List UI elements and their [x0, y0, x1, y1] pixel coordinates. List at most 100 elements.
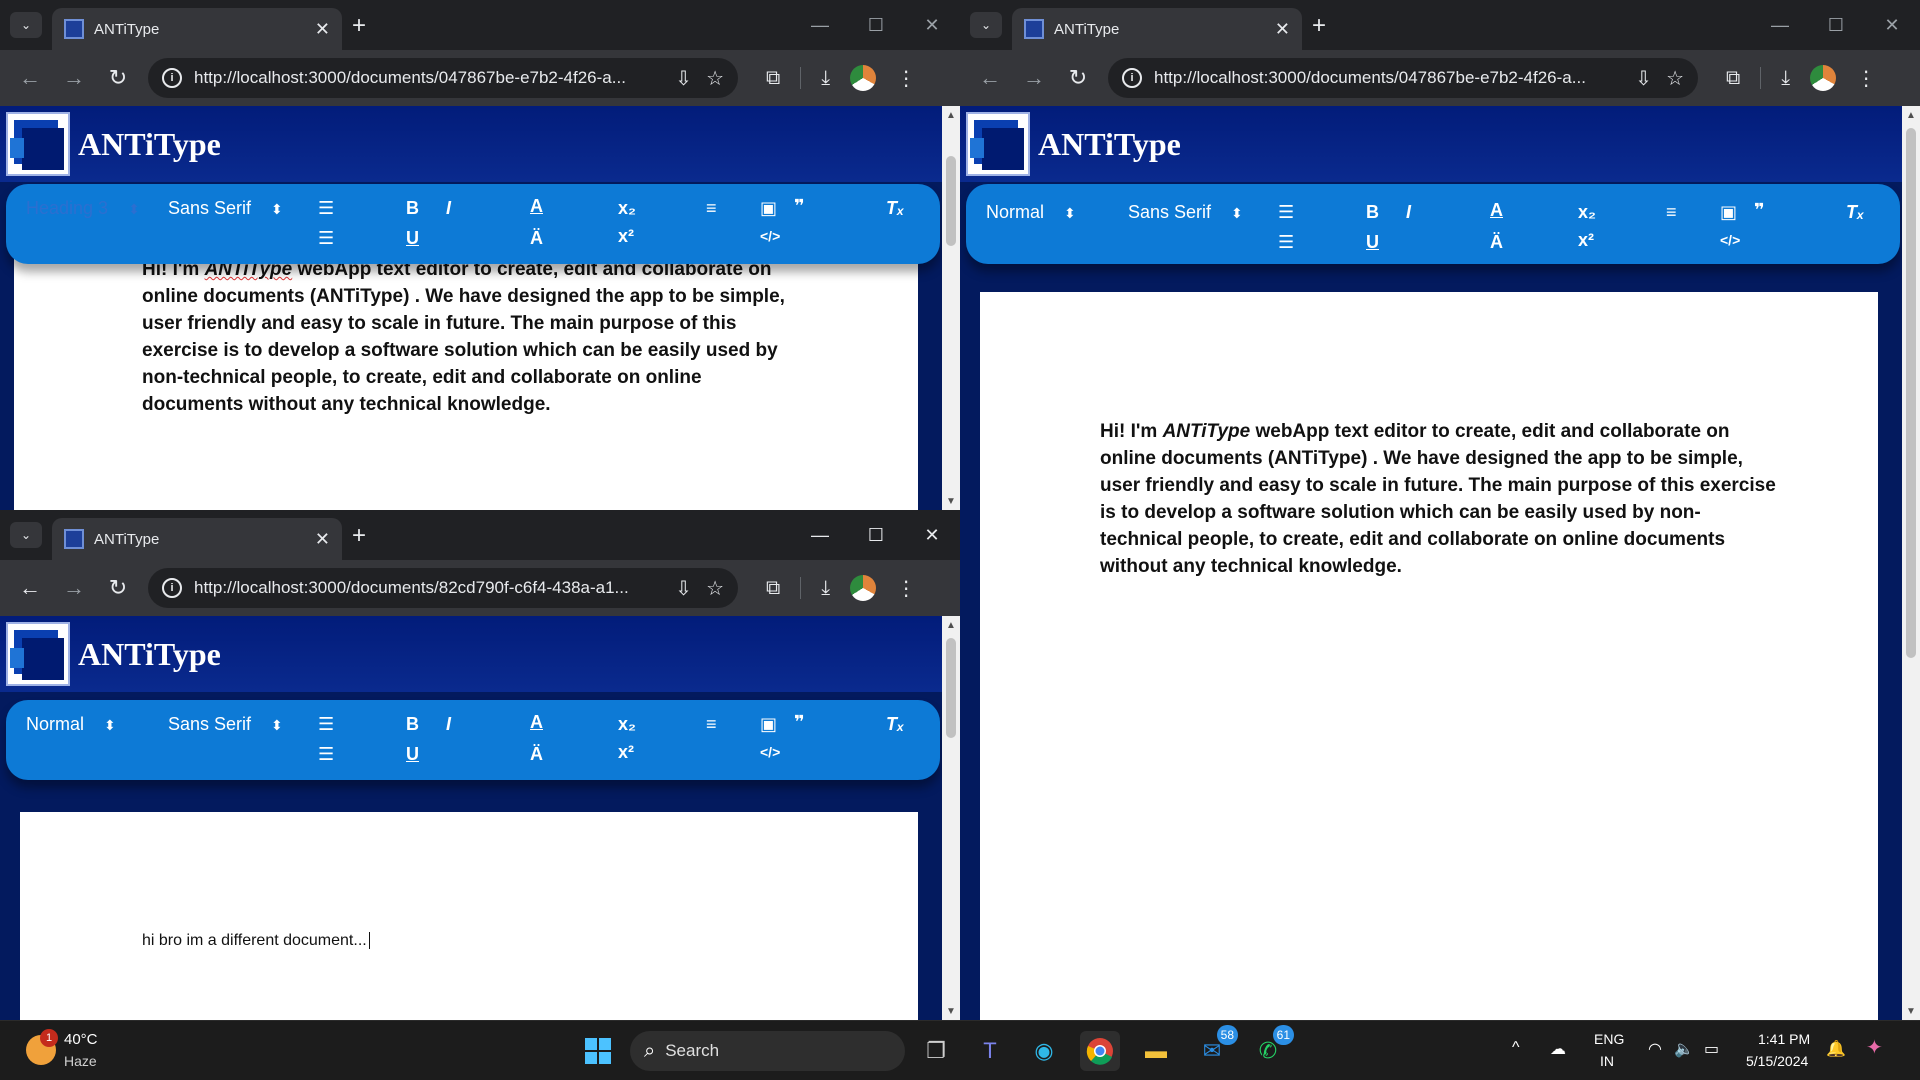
scroll-thumb[interactable]	[1906, 128, 1916, 658]
file-explorer-icon[interactable]: ▬	[1136, 1031, 1176, 1071]
italic-icon[interactable]: I	[1406, 202, 1411, 223]
bullet-list-icon[interactable]: ☰	[318, 228, 334, 249]
url-text[interactable]: http://localhost:3000/documents/047867be…	[194, 68, 661, 88]
blockquote-icon[interactable]: ❞	[794, 196, 805, 217]
maximize-button[interactable]: ☐	[848, 0, 904, 50]
maximize-button[interactable]: ☐	[1808, 0, 1864, 50]
extensions-icon[interactable]: ⧉	[766, 67, 780, 90]
extensions-icon[interactable]: ⧉	[1726, 67, 1740, 90]
bookmark-star-icon[interactable]: ☆	[706, 66, 724, 91]
ordered-list-icon[interactable]: ☰	[318, 714, 334, 735]
tab-search-button[interactable]: ⌄	[970, 12, 1002, 38]
align-icon[interactable]: ≡	[706, 714, 717, 735]
language-secondary[interactable]: IN	[1600, 1053, 1614, 1069]
show-hidden-icons-chevron-icon[interactable]: ^	[1512, 1039, 1520, 1057]
image-icon[interactable]: ▣	[760, 714, 777, 735]
copilot-icon[interactable]: ✦	[1866, 1035, 1883, 1060]
back-button[interactable]: ←	[12, 570, 48, 606]
subscript-icon[interactable]: x₂	[618, 714, 636, 735]
task-view-icon[interactable]: ❐	[916, 1031, 956, 1071]
image-icon[interactable]: ▣	[760, 198, 777, 219]
profile-avatar[interactable]	[850, 65, 877, 91]
clock-time[interactable]: 1:41 PM	[1758, 1031, 1810, 1047]
new-tab-button[interactable]: +	[1312, 12, 1326, 40]
clear-format-icon[interactable]: Tₓ	[886, 714, 904, 735]
minimize-button[interactable]: —	[1752, 0, 1808, 50]
install-app-icon[interactable]: ⇩	[675, 66, 692, 91]
url-text[interactable]: http://localhost:3000/documents/047867be…	[1154, 68, 1621, 88]
background-color-icon[interactable]: Ä	[530, 744, 543, 765]
superscript-icon[interactable]: x²	[618, 226, 634, 247]
onedrive-icon[interactable]: ☁	[1550, 1039, 1566, 1059]
bookmark-star-icon[interactable]: ☆	[706, 576, 724, 601]
weather-desc[interactable]: Haze	[64, 1053, 97, 1069]
extensions-icon[interactable]: ⧉	[766, 577, 780, 600]
back-button[interactable]: ←	[12, 60, 48, 96]
maximize-button[interactable]: ☐	[848, 510, 904, 560]
install-app-icon[interactable]: ⇩	[675, 576, 692, 601]
code-block-icon[interactable]: </>	[760, 228, 780, 244]
site-info-icon[interactable]: i	[162, 68, 182, 88]
scroll-down-arrow-icon[interactable]: ▼	[942, 492, 960, 510]
profile-avatar[interactable]	[1810, 65, 1837, 91]
taskbar-search[interactable]: ⌕ Search	[630, 1031, 905, 1071]
language-primary[interactable]: ENG	[1594, 1031, 1624, 1047]
edge-icon[interactable]: ◉	[1024, 1031, 1064, 1071]
menu-kebab-icon[interactable]: ⋮	[896, 66, 916, 91]
wifi-icon[interactable]: ◠	[1648, 1039, 1662, 1059]
background-color-icon[interactable]: Ä	[1490, 232, 1503, 253]
forward-button[interactable]: →	[1016, 60, 1052, 96]
bullet-list-icon[interactable]: ☰	[1278, 232, 1294, 253]
italic-icon[interactable]: I	[446, 714, 451, 735]
document-text[interactable]: hi bro im a different document...​	[142, 932, 370, 950]
clear-format-icon[interactable]: Tₓ	[886, 198, 904, 219]
ordered-list-icon[interactable]: ☰	[318, 198, 334, 219]
back-button[interactable]: ←	[972, 60, 1008, 96]
page-scrollbar[interactable]: ▲ ▼	[942, 616, 960, 1020]
document-page[interactable]: hi bro im a different document...​	[20, 812, 918, 1020]
tab-search-button[interactable]: ⌄	[10, 522, 42, 548]
page-scrollbar[interactable]: ▲ ▼	[1902, 106, 1920, 1020]
tab-search-button[interactable]: ⌄	[10, 12, 42, 38]
bold-icon[interactable]: B	[406, 198, 419, 219]
chrome-icon[interactable]	[1080, 1031, 1120, 1071]
heading-select[interactable]: Normal ⬍	[986, 202, 1076, 223]
underline-icon[interactable]: U	[1366, 232, 1379, 253]
install-app-icon[interactable]: ⇩	[1635, 66, 1652, 91]
battery-icon[interactable]: ▭	[1704, 1039, 1719, 1059]
minimize-button[interactable]: —	[792, 0, 848, 50]
downloads-icon[interactable]: ⤓	[821, 577, 830, 600]
ordered-list-icon[interactable]: ☰	[1278, 202, 1294, 223]
text-color-icon[interactable]: A	[530, 712, 543, 733]
blockquote-icon[interactable]: ❞	[1754, 200, 1765, 221]
browser-tab[interactable]: ANTiType ✕	[52, 8, 342, 50]
scroll-up-arrow-icon[interactable]: ▲	[942, 616, 960, 634]
close-window-button[interactable]: ✕	[904, 510, 960, 560]
menu-kebab-icon[interactable]: ⋮	[1856, 66, 1876, 91]
bold-icon[interactable]: B	[1366, 202, 1379, 223]
heading-select[interactable]: Normal ⬍	[26, 714, 116, 735]
scroll-down-arrow-icon[interactable]: ▼	[942, 1002, 960, 1020]
document-text[interactable]: Hi! I'm ANTiType webApp text editor to c…	[142, 256, 802, 418]
code-block-icon[interactable]: </>	[760, 744, 780, 760]
forward-button[interactable]: →	[56, 570, 92, 606]
subscript-icon[interactable]: x₂	[1578, 202, 1596, 223]
scroll-thumb[interactable]	[946, 156, 956, 246]
url-text[interactable]: http://localhost:3000/documents/82cd790f…	[194, 578, 661, 598]
image-icon[interactable]: ▣	[1720, 202, 1737, 223]
document-page[interactable]: Hi! I'm ANTiType webApp text editor to c…	[14, 222, 918, 510]
clock-date[interactable]: 5/15/2024	[1746, 1053, 1808, 1069]
tab-close-icon[interactable]: ✕	[315, 529, 330, 550]
font-select[interactable]: Sans Serif ⬍	[1128, 202, 1243, 223]
volume-icon[interactable]: 🔈	[1674, 1039, 1694, 1059]
blockquote-icon[interactable]: ❞	[794, 712, 805, 733]
underline-icon[interactable]: U	[406, 228, 419, 249]
forward-button[interactable]: →	[56, 60, 92, 96]
font-select[interactable]: Sans Serif ⬍	[168, 198, 283, 219]
notification-bell-icon[interactable]: 🔔	[1826, 1039, 1846, 1059]
address-bar[interactable]: i http://localhost:3000/documents/047867…	[1108, 58, 1698, 98]
text-color-icon[interactable]: A	[1490, 200, 1503, 221]
address-bar[interactable]: i http://localhost:3000/documents/82cd79…	[148, 568, 738, 608]
mail-icon[interactable]: ✉ 58	[1192, 1025, 1238, 1071]
profile-avatar[interactable]	[850, 575, 877, 601]
